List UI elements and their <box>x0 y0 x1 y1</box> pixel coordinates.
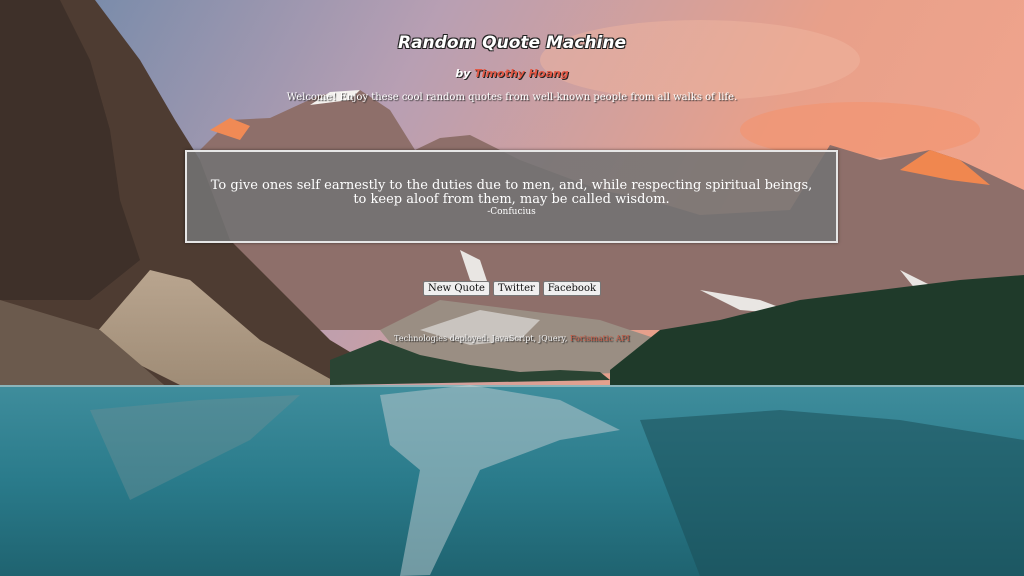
quote-text: To give ones self earnestly to the dutie… <box>210 178 813 207</box>
page-content: Random Quote Machine by Timothy Hoang We… <box>0 0 1024 576</box>
tech-text: Technologies deployed: JavaScript, jQuer… <box>394 334 568 343</box>
twitter-button[interactable]: Twitter <box>492 281 540 296</box>
quote-box: To give ones self earnestly to the dutie… <box>185 150 838 243</box>
button-row: New Quote Twitter Facebook <box>0 281 1024 296</box>
welcome-message: Welcome! Enjoy these cool random quotes … <box>286 92 738 103</box>
author-link[interactable]: Timothy Hoang <box>474 67 568 80</box>
byline-prefix: by <box>455 67 471 80</box>
api-link[interactable]: Forismatic API <box>570 334 630 343</box>
byline: by Timothy Hoang <box>0 67 1024 80</box>
quote-author: -Confucius <box>487 207 536 217</box>
technologies-footer: Technologies deployed: JavaScript, jQuer… <box>0 334 1024 343</box>
facebook-button[interactable]: Facebook <box>542 281 602 296</box>
new-quote-button[interactable]: New Quote <box>422 281 490 296</box>
app-title: Random Quote Machine <box>398 33 626 53</box>
